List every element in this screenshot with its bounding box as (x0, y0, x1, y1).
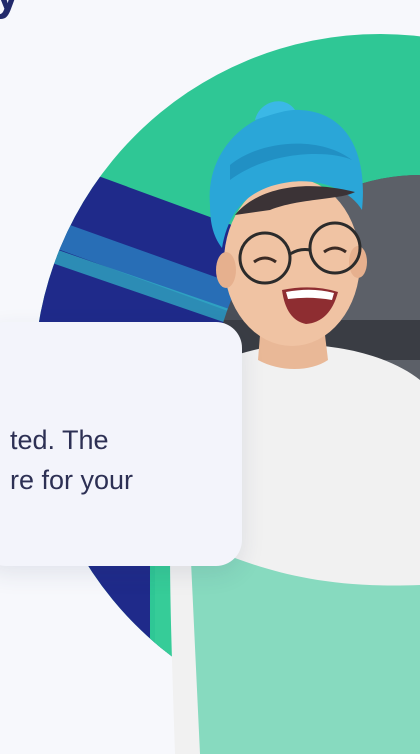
info-card: ted. The re for your (0, 322, 242, 566)
card-text: ted. The re for your (10, 420, 133, 500)
hero-section: y (0, 0, 420, 754)
card-text-line-2: re for your (10, 465, 134, 495)
card-text-line-1: ted. The (10, 425, 109, 455)
